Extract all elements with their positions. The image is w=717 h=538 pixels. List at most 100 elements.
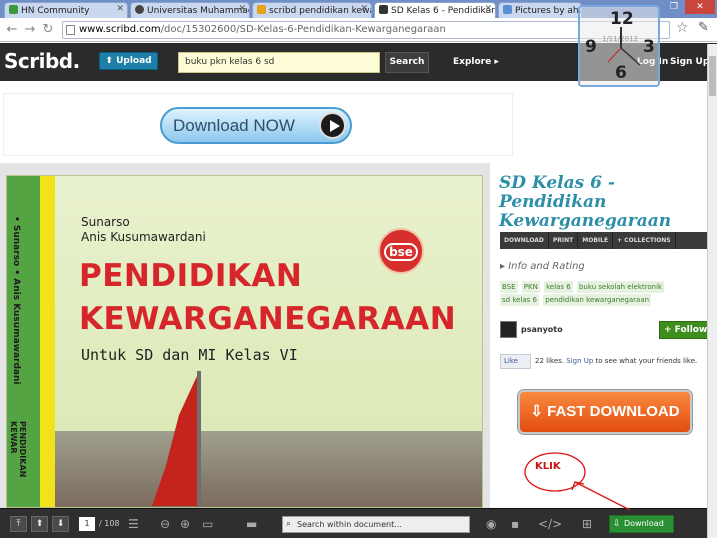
bookmark-star-icon[interactable]: ☆ [676, 20, 689, 36]
uploader-name-link[interactable]: psanyoto [521, 325, 563, 334]
spine-title: PENDIDIKAN KEWAR [9, 421, 27, 478]
view-mode-icon[interactable]: ▬ [246, 517, 257, 531]
search-input[interactable]: buku pkn kelas 6 sd [178, 52, 380, 73]
close-window-icon[interactable]: ✕ [685, 0, 715, 14]
document-title: SD Kelas 6 - Pendidikan Kewarganegaraan [499, 173, 672, 231]
like-suffix: to see what your friends like. [595, 357, 698, 365]
tag-item[interactable]: sd kelas 6 [500, 294, 539, 306]
tab-label: SD Kelas 6 - Pendidikan Ke [391, 6, 496, 16]
like-signup-link[interactable]: Sign Up [566, 357, 593, 365]
list-view-icon[interactable]: ☰ [128, 517, 139, 531]
search-icon: ⌕ [286, 519, 292, 529]
maximize-icon[interactable]: ❐ [663, 0, 685, 14]
url-path: /doc/15302600/SD-Kelas-6-Pendidikan-Kewa… [160, 24, 446, 35]
first-page-icon[interactable]: ⤒ [10, 516, 27, 532]
tab-label: Universitas Muhammadiya [147, 6, 249, 16]
mobile-action-button[interactable]: MOBILE [578, 232, 614, 249]
tag-item[interactable]: pendidikan kewarganegaraan [543, 294, 652, 306]
upload-label: Upload [116, 56, 152, 66]
search-document-input[interactable]: ⌕ Search within document... [282, 516, 470, 533]
university-favicon-icon [135, 5, 144, 14]
comment-icon[interactable]: ▪ [511, 517, 519, 531]
google-favicon-icon [257, 5, 266, 14]
klik-label: KLIK [535, 461, 561, 472]
flagpole-image [197, 371, 201, 507]
like-label: Like [504, 357, 518, 365]
url-domain: www.scribd.com [79, 24, 161, 35]
cover-author-1: Sunarso [81, 215, 130, 229]
bse-logo: bse [378, 228, 424, 274]
prev-page-icon[interactable]: ⬆ [31, 516, 48, 532]
page-number-input[interactable]: 1 [79, 517, 95, 531]
search-document-placeholder: Search within document... [297, 520, 402, 529]
close-tab-icon[interactable]: ✕ [360, 4, 368, 14]
tag-item[interactable]: PKN [521, 281, 540, 293]
tab-universitas[interactable]: Universitas Muhammadiya ✕ [130, 2, 250, 18]
tab-label: scribd pendidikan kewarga [269, 6, 371, 16]
scribd-logo[interactable]: Scribd. [4, 49, 80, 73]
fast-download-button[interactable]: ⇩ FAST DOWNLOAD [518, 390, 692, 434]
desktop-clock-widget[interactable]: 12 3 6 9 1/11/2012 [578, 5, 660, 87]
tab-label: Pictures by ahuy_ir [515, 6, 581, 16]
spine-authors: • Sunarso • Anis Kusumawardani [11, 216, 21, 385]
close-tab-icon[interactable]: ✕ [238, 4, 246, 14]
hn-favicon-icon [9, 5, 18, 14]
play-icon [319, 112, 346, 139]
close-tab-icon[interactable]: ✕ [484, 4, 492, 14]
upload-button[interactable]: ⬆ Upload [99, 52, 158, 70]
pictures-favicon-icon [503, 5, 512, 14]
info-and-rating-toggle[interactable]: ▸ Info and Rating [500, 261, 585, 272]
klik-arrow-icon [571, 481, 631, 511]
zoom-in-icon[interactable]: ⊕ [180, 517, 190, 531]
document-actions-bar: DOWNLOAD PRINT MOBILE + COLLECTIONS [500, 232, 708, 249]
back-arrow-icon[interactable]: ← [4, 22, 20, 38]
screen: HN Community ✕ Universitas Muhammadiya ✕… [0, 0, 717, 538]
collections-action-button[interactable]: + COLLECTIONS [613, 232, 676, 249]
tab-label: HN Community [21, 6, 90, 16]
search-button[interactable]: Search [385, 52, 429, 73]
fullscreen-icon[interactable]: ▭ [202, 517, 213, 531]
tab-scribd-active[interactable]: SD Kelas 6 - Pendidikan Ke ✕ [374, 2, 496, 18]
page-total: / 108 [99, 519, 120, 528]
tag-item[interactable]: kelas 6 [544, 281, 573, 293]
signup-link[interactable]: Sign Up [670, 57, 709, 67]
follow-button[interactable]: + Follow [659, 321, 709, 339]
tab-hn-community[interactable]: HN Community ✕ [4, 2, 128, 18]
tag-item[interactable]: buku sekolah elektronik [576, 281, 665, 293]
facebook-like-button[interactable]: Like [500, 354, 531, 369]
tag-list: BSE PKN kelas 6 buku sekolah elektronik … [500, 281, 708, 307]
next-page-icon[interactable]: ⬇ [52, 516, 69, 532]
cover-crowd-photo [55, 431, 482, 507]
book-cover-page: • Sunarso • Anis Kusumawardani PENDIDIKA… [6, 175, 483, 508]
scribd-favicon-icon [379, 5, 388, 14]
tag-item[interactable]: BSE [500, 281, 518, 293]
cover-subtitle: Untuk SD dan MI Kelas VI [81, 346, 298, 364]
tab-pictures[interactable]: Pictures by ahuy_ir [498, 2, 582, 18]
download-now-label: Download NOW [173, 116, 295, 135]
tab-google-search[interactable]: scribd pendidikan kewarga ✕ [252, 2, 372, 18]
page-icon [66, 25, 75, 35]
embed-code-icon[interactable]: </> [538, 517, 562, 531]
like-count: 22 likes. [535, 357, 565, 365]
close-tab-icon[interactable]: ✕ [116, 4, 124, 14]
add-to-collection-icon[interactable]: ⊞ [582, 517, 592, 531]
explore-menu[interactable]: Explore ▸ [453, 57, 499, 67]
bse-label: bse [384, 243, 418, 261]
print-action-button[interactable]: PRINT [549, 232, 579, 249]
forward-arrow-icon[interactable]: → [22, 22, 38, 38]
scrollbar-thumb[interactable] [709, 56, 716, 96]
zoom-out-icon[interactable]: ⊖ [160, 517, 170, 531]
like-summary: 22 likes. Sign Up to see what your frien… [535, 357, 697, 365]
share-icon[interactable]: ◉ [486, 517, 496, 531]
uploader-avatar[interactable] [500, 321, 517, 338]
cover-title-line-2: KEWARGANEGARAAN [79, 301, 457, 337]
upload-icon: ⬆ [105, 56, 117, 66]
download-now-ad-button[interactable]: Download NOW [160, 107, 352, 144]
download-action-button[interactable]: DOWNLOAD [500, 232, 549, 249]
clock-hands-icon [607, 27, 641, 66]
cover-title-line-1: PENDIDIKAN [79, 258, 303, 294]
cover-author-2: Anis Kusumawardani [81, 230, 206, 244]
reload-icon[interactable]: ↻ [40, 22, 56, 38]
wrench-menu-icon[interactable]: ✎ [698, 20, 709, 35]
page-scrollbar[interactable] [707, 44, 717, 538]
